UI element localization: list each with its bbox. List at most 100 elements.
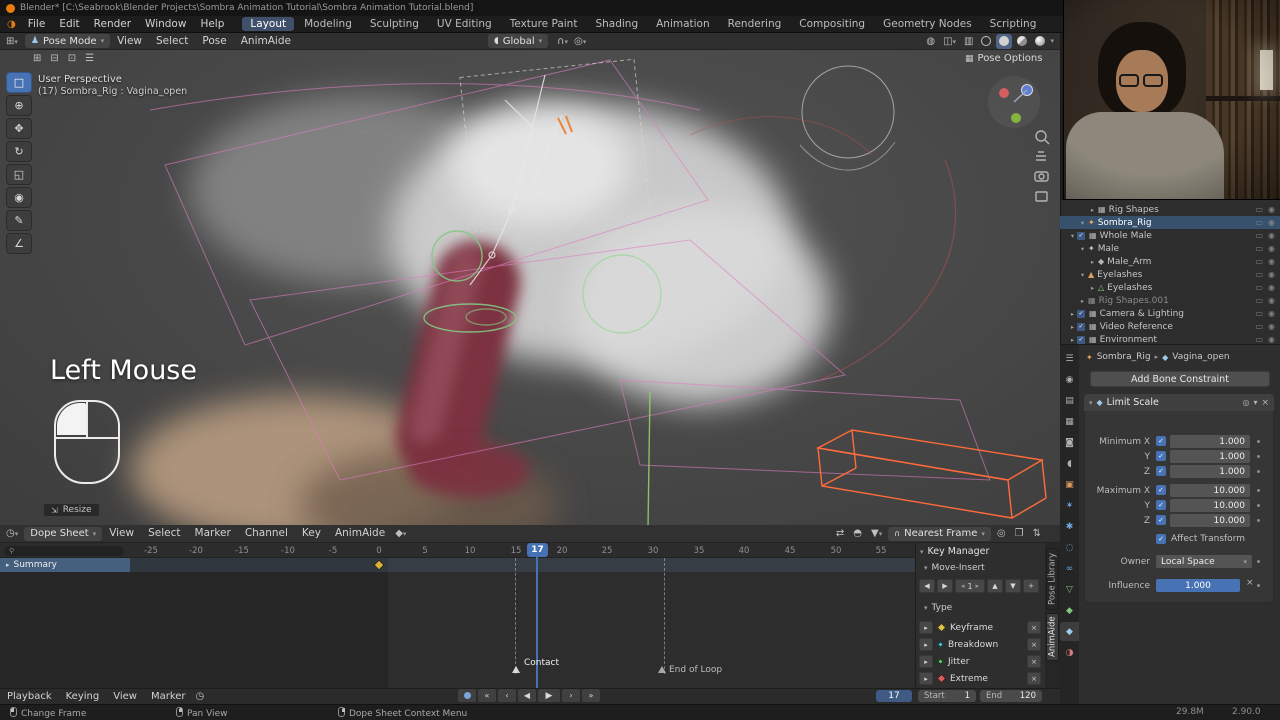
tab-scene[interactable]: ◙ <box>1060 433 1079 452</box>
workspace-tab-modeling[interactable]: Modeling <box>296 17 360 31</box>
disclosure-icon[interactable]: ▸ <box>1088 284 1097 292</box>
previous-keyframe-button[interactable]: ‹ <box>498 689 516 702</box>
xray-toggle-icon[interactable]: ▥ <box>961 36 976 47</box>
frames-field[interactable]: ◂1▸ <box>955 579 985 593</box>
jump-to-start-button[interactable]: « <box>478 689 496 702</box>
workspace-tab-sculpting[interactable]: Sculpting <box>362 17 427 31</box>
tool-option-icon-1[interactable]: ⊞ <box>30 53 44 64</box>
scale-tool[interactable]: ◱ <box>6 164 32 185</box>
menu-view[interactable]: View <box>110 33 149 50</box>
shading-wireframe-button[interactable] <box>978 34 994 49</box>
hide-render-icon[interactable]: ◉ <box>1268 231 1275 240</box>
hide-render-icon[interactable]: ◉ <box>1268 335 1275 344</box>
dopesheet-mode-dropdown[interactable]: Dope Sheet▾ <box>24 527 102 541</box>
maximum-y-checkbox[interactable]: ✓ <box>1156 500 1166 510</box>
hide-render-icon[interactable]: ◉ <box>1268 309 1275 318</box>
expand-icon[interactable]: ▸ <box>6 561 10 569</box>
move-down-button[interactable]: ▼ <box>1005 579 1021 593</box>
menu-marker[interactable]: Marker <box>188 525 238 542</box>
collection-checkbox[interactable]: ✓ <box>1077 336 1085 344</box>
tab-particles[interactable]: ✱ <box>1060 517 1079 536</box>
hide-render-icon[interactable]: ◉ <box>1268 257 1275 266</box>
auto-keyframe-toggle[interactable] <box>458 689 476 702</box>
start-frame-field[interactable]: Start 1 <box>918 690 976 702</box>
tab-world[interactable]: ◖ <box>1060 454 1079 473</box>
outliner-item-male-arm[interactable]: ▸ ◆ Male_Arm ▭◉ <box>1060 255 1280 268</box>
cursor-tool[interactable]: ⊕ <box>6 95 32 116</box>
influence-slider[interactable]: 1.000 <box>1156 579 1240 592</box>
disclosure-icon[interactable]: ▸ <box>1068 336 1077 344</box>
key-manager-header[interactable]: ▾ Key Manager <box>920 546 989 557</box>
marker-end-of-loop-triangle[interactable] <box>658 666 666 673</box>
tab-tool[interactable]: ☰ <box>1060 349 1079 368</box>
marker-contact-label[interactable]: Contact <box>524 658 559 668</box>
hide-viewport-icon[interactable]: ▭ <box>1255 231 1263 240</box>
annotate-tool[interactable]: ✎ <box>6 210 32 231</box>
constraint-header[interactable]: ▾ ◆ Limit Scale ◎ ▾ × <box>1084 394 1274 411</box>
hide-viewport-icon[interactable]: ▭ <box>1255 257 1263 266</box>
collection-checkbox[interactable]: ✓ <box>1077 310 1085 318</box>
animate-dot[interactable] <box>1257 470 1260 473</box>
workspace-tab-rendering[interactable]: Rendering <box>720 17 790 31</box>
editor-type-icon[interactable]: ⊞▾ <box>0 36 21 47</box>
animate-dot[interactable] <box>1257 440 1260 443</box>
mode-selector[interactable]: ♟ Pose Mode▾ <box>25 34 110 48</box>
minimum-y-checkbox[interactable]: ✓ <box>1156 451 1166 461</box>
hide-render-icon[interactable]: ◉ <box>1268 283 1275 292</box>
tab-bone[interactable]: ◆ <box>1060 601 1079 620</box>
hide-viewport-icon[interactable]: ▭ <box>1255 218 1263 227</box>
delete-extreme-button[interactable]: × <box>1027 672 1041 685</box>
editor-type-icon[interactable]: ◷▾ <box>0 528 21 539</box>
hide-viewport-icon[interactable]: ▭ <box>1255 283 1263 292</box>
owner-dropdown[interactable]: Local Space ▾ <box>1156 555 1252 568</box>
maximum-x-checkbox[interactable]: ✓ <box>1156 485 1166 495</box>
menu-select[interactable]: Select <box>141 525 187 542</box>
disclosure-icon[interactable]: ▸ <box>1088 258 1097 266</box>
hide-viewport-icon[interactable]: ▭ <box>1255 322 1263 331</box>
proportional-icon[interactable]: ◎ <box>994 528 1009 539</box>
viewport-canvas[interactable] <box>0 50 1060 525</box>
outliner-item-sombra-rig[interactable]: ▾ ✦ Sombra_Rig ▭◉ <box>1060 216 1280 229</box>
playhead-frame-badge[interactable]: 17 <box>527 543 548 557</box>
maximum-z-checkbox[interactable]: ✓ <box>1156 515 1166 525</box>
tool-option-icon-3[interactable]: ⊡ <box>65 53 79 64</box>
constraint-close-icon[interactable]: × <box>1261 398 1269 408</box>
disclosure-icon[interactable]: ▸ <box>1088 206 1097 214</box>
animate-dot[interactable] <box>1257 489 1260 492</box>
move-left-button[interactable]: ◀ <box>919 579 935 593</box>
tab-material[interactable]: ◑ <box>1060 643 1079 662</box>
tool-option-icon-2[interactable]: ⊟ <box>47 53 61 64</box>
outliner-item-eyelashes-data[interactable]: ▸ △ Eyelashes ▭◉ <box>1060 281 1280 294</box>
play-reverse-button[interactable]: ◀ <box>518 689 536 702</box>
outliner-item-eyelashes[interactable]: ▾ ▲ Eyelashes ▭◉ <box>1060 268 1280 281</box>
delete-breakdown-button[interactable]: × <box>1027 638 1041 651</box>
outliner-item-camera-lighting[interactable]: ▸ ✓ ▦ Camera & Lighting ▭◉ <box>1060 307 1280 320</box>
hide-viewport-icon[interactable]: ▭ <box>1255 335 1263 344</box>
menu-marker[interactable]: Marker <box>144 688 193 705</box>
menu-help[interactable]: Help <box>193 16 231 33</box>
workspace-tab-uv-editing[interactable]: UV Editing <box>429 17 500 31</box>
move-right-button[interactable]: ▶ <box>937 579 953 593</box>
workspace-tab-texture-paint[interactable]: Texture Paint <box>502 17 586 31</box>
influence-clear-icon[interactable]: × <box>1246 578 1254 588</box>
maximum-z-field[interactable]: 10.000 <box>1170 514 1250 527</box>
gizmo-toggle-icon[interactable]: ◍ <box>923 36 938 47</box>
channel-search-box[interactable]: ⚲ <box>4 546 124 556</box>
workspace-tab-shading[interactable]: Shading <box>587 17 646 31</box>
minimum-x-field[interactable]: 1.000 <box>1170 435 1250 448</box>
viewport-3d[interactable]: ⊞ ⊟ ⊡ ☰ ▦ Pose Options □ ⊕ ✥ ↻ ◱ ◉ ✎ ∠ U… <box>0 50 1060 525</box>
shading-material-button[interactable] <box>1014 34 1030 49</box>
snap-mode-dropdown[interactable]: ∩ Nearest Frame▾ <box>888 527 991 541</box>
add-bone-constraint-button[interactable]: Add Bone Constraint <box>1090 371 1270 387</box>
animate-dot[interactable] <box>1257 584 1260 587</box>
menu-view[interactable]: View <box>106 688 144 705</box>
hide-viewport-icon[interactable]: ▭ <box>1255 270 1263 279</box>
tab-render[interactable]: ◉ <box>1060 370 1079 389</box>
menu-key[interactable]: Key <box>295 525 328 542</box>
disclosure-icon[interactable]: ▾ <box>1078 219 1087 227</box>
shading-solid-button[interactable] <box>996 34 1012 49</box>
disclosure-icon[interactable]: ▾ <box>1078 271 1087 279</box>
minimum-z-checkbox[interactable]: ✓ <box>1156 466 1166 476</box>
disclosure-icon[interactable]: ▸ <box>1078 297 1087 305</box>
hide-viewport-icon[interactable]: ▭ <box>1255 205 1263 214</box>
